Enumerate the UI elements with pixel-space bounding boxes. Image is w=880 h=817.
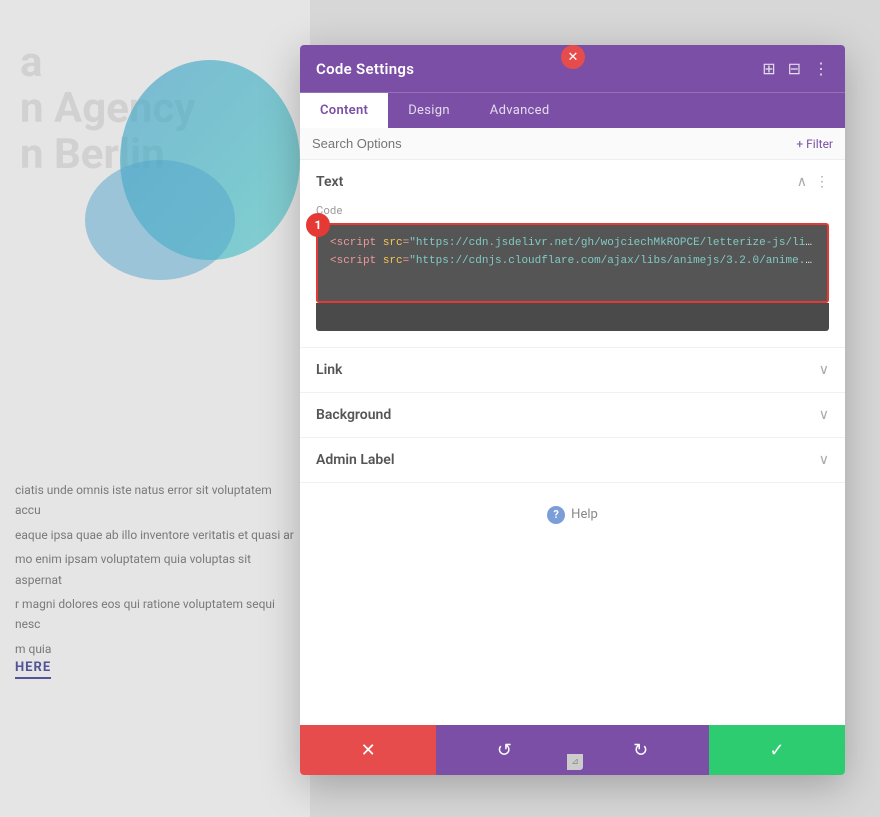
- text-section-body: Code 1 <script src="https://cdn.jsdelivr…: [300, 204, 845, 347]
- code-editor-footer: [316, 303, 829, 331]
- collapse-icon[interactable]: ∧: [797, 174, 807, 190]
- tab-advanced[interactable]: Advanced: [470, 93, 570, 128]
- admin-label-section: Admin Label ∨: [300, 438, 845, 483]
- help-icon: ?: [547, 506, 565, 524]
- undo-button[interactable]: ↺: [436, 725, 572, 775]
- search-bar: + Filter: [300, 128, 845, 160]
- filter-button[interactable]: + Filter: [796, 137, 833, 151]
- text-section-title: Text: [316, 174, 343, 190]
- resize-handle[interactable]: ⊿: [567, 754, 583, 770]
- text-section-icons: ∧ ⋮: [797, 174, 829, 190]
- save-button[interactable]: ✓: [709, 725, 845, 775]
- section-more-icon[interactable]: ⋮: [815, 174, 829, 190]
- grid-icon[interactable]: ⊞: [762, 59, 775, 78]
- tab-content[interactable]: Content: [300, 93, 388, 128]
- redo-button[interactable]: ↻: [573, 725, 709, 775]
- admin-label-section-header[interactable]: Admin Label ∨: [300, 438, 845, 482]
- admin-label-section-icons: ∨: [819, 452, 829, 468]
- admin-label-section-title: Admin Label: [316, 452, 394, 468]
- panel-header-actions: ⊞ ⊟ ⋮: [762, 59, 829, 78]
- tab-design[interactable]: Design: [388, 93, 470, 128]
- panel-close-button[interactable]: ✕: [561, 45, 585, 69]
- code-line-1: <script src="https://cdn.jsdelivr.net/gh…: [330, 235, 815, 253]
- step-badge: 1: [306, 213, 330, 237]
- search-input[interactable]: [312, 136, 796, 151]
- help-section: ? Help: [300, 483, 845, 544]
- code-wrapper: 1 <script src="https://cdn.jsdelivr.net/…: [316, 223, 829, 331]
- code-line-2: <script src="https://cdnjs.cloudflare.co…: [330, 253, 815, 271]
- link-section-title: Link: [316, 362, 342, 378]
- panel-tabs: Content Design Advanced: [300, 92, 845, 128]
- background-section-title: Background: [316, 407, 391, 423]
- help-button[interactable]: ? Help: [547, 506, 598, 524]
- panel-title: Code Settings: [316, 60, 414, 78]
- background-expand-icon[interactable]: ∨: [819, 407, 829, 423]
- admin-label-expand-icon[interactable]: ∨: [819, 452, 829, 468]
- text-section-header[interactable]: Text ∧ ⋮: [300, 160, 845, 204]
- help-label: Help: [571, 507, 598, 522]
- columns-icon[interactable]: ⊟: [788, 59, 801, 78]
- link-expand-icon[interactable]: ∨: [819, 362, 829, 378]
- text-section: Text ∧ ⋮ Code 1 <script src="https://cdn…: [300, 160, 845, 348]
- panel-content: Text ∧ ⋮ Code 1 <script src="https://cdn…: [300, 160, 845, 725]
- more-icon[interactable]: ⋮: [813, 59, 829, 78]
- link-section-icons: ∨: [819, 362, 829, 378]
- background-section: Background ∨: [300, 393, 845, 438]
- code-settings-panel: Code Settings ⊞ ⊟ ⋮ Content Design Advan…: [300, 45, 845, 775]
- code-label: Code: [316, 204, 829, 217]
- link-section-header[interactable]: Link ∨: [300, 348, 845, 392]
- code-editor[interactable]: <script src="https://cdn.jsdelivr.net/gh…: [316, 223, 829, 303]
- background-section-header[interactable]: Background ∨: [300, 393, 845, 437]
- cancel-button[interactable]: ✕: [300, 725, 436, 775]
- link-section: Link ∨: [300, 348, 845, 393]
- background-section-icons: ∨: [819, 407, 829, 423]
